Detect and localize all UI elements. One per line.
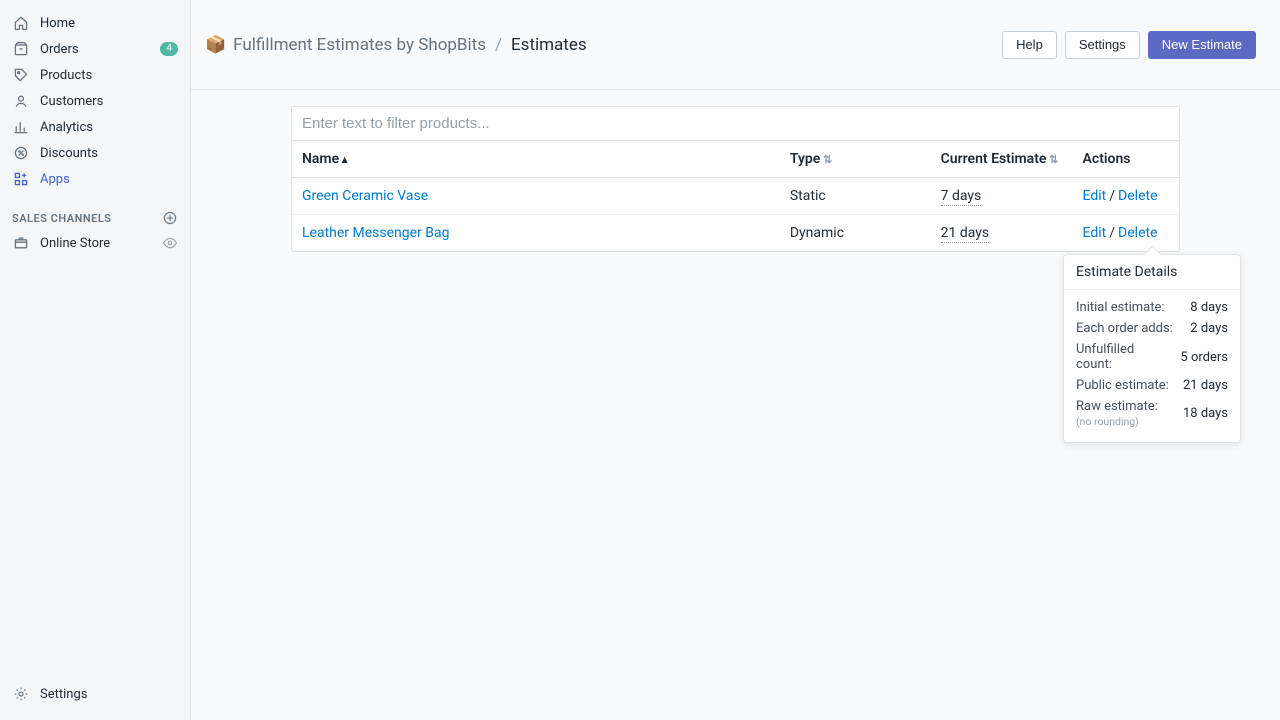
main: 📦 Fulfillment Estimates by ShopBits / Es… bbox=[191, 0, 1280, 720]
product-link[interactable]: Leather Messenger Bag bbox=[302, 225, 449, 241]
nav-customers[interactable]: Customers bbox=[0, 88, 190, 114]
popover-value: 2 days bbox=[1190, 321, 1228, 336]
nav-primary: Home Orders 4 Products Customers bbox=[0, 0, 190, 192]
type-cell: Static bbox=[780, 178, 931, 215]
popover-body: Initial estimate: 8 days Each order adds… bbox=[1064, 290, 1240, 442]
popover-row: Initial estimate: 8 days bbox=[1076, 297, 1228, 318]
apps-icon bbox=[12, 170, 30, 188]
popover-label-text: Raw estimate: bbox=[1076, 399, 1158, 414]
settings-button[interactable]: Settings bbox=[1065, 31, 1140, 59]
popover-row: Raw estimate: (no rounding) 18 days bbox=[1076, 396, 1228, 431]
breadcrumb-app[interactable]: Fulfillment Estimates by ShopBits bbox=[233, 35, 486, 55]
edit-action[interactable]: Edit bbox=[1083, 188, 1107, 204]
col-header-name[interactable]: Name bbox=[292, 141, 780, 178]
nav-orders[interactable]: Orders 4 bbox=[0, 36, 190, 62]
popover-label: Initial estimate: bbox=[1076, 300, 1165, 315]
col-header-actions: Actions bbox=[1073, 141, 1179, 178]
nav-settings[interactable]: Settings bbox=[0, 680, 190, 708]
popover-value: 5 orders bbox=[1180, 350, 1228, 365]
analytics-icon bbox=[12, 118, 30, 136]
filter-input[interactable] bbox=[292, 107, 1179, 141]
nav-label: Orders bbox=[40, 42, 79, 57]
breadcrumb: 📦 Fulfillment Estimates by ShopBits / Es… bbox=[205, 35, 587, 55]
view-store-icon[interactable] bbox=[162, 235, 178, 251]
table-header-row: Name Type Current Estimate Actions bbox=[292, 141, 1179, 178]
breadcrumb-separator: / bbox=[495, 35, 502, 55]
topbar: 📦 Fulfillment Estimates by ShopBits / Es… bbox=[191, 0, 1280, 90]
col-header-type[interactable]: Type bbox=[780, 141, 931, 178]
settings-icon bbox=[12, 685, 30, 703]
content: Name Type Current Estimate Actions Green… bbox=[191, 90, 1280, 252]
nav-online-store[interactable]: Online Store bbox=[0, 230, 190, 256]
discounts-icon bbox=[12, 144, 30, 162]
nav-apps[interactable]: Apps bbox=[0, 166, 190, 192]
popover-row: Unfulfilled count: 5 orders bbox=[1076, 339, 1228, 375]
estimates-card: Name Type Current Estimate Actions Green… bbox=[291, 106, 1180, 252]
products-icon bbox=[12, 66, 30, 84]
popover-row: Public estimate: 21 days bbox=[1076, 375, 1228, 396]
nav-label: Home bbox=[40, 16, 75, 31]
nav-label: Products bbox=[40, 68, 92, 83]
delete-action[interactable]: Delete bbox=[1118, 225, 1157, 241]
online-store-icon bbox=[12, 234, 30, 252]
nav-label: Discounts bbox=[40, 146, 98, 161]
popover-value: 18 days bbox=[1183, 406, 1228, 421]
popover-value: 21 days bbox=[1183, 378, 1228, 393]
popover-sublabel: (no rounding) bbox=[1076, 415, 1158, 428]
nav-footer: Settings bbox=[0, 680, 190, 708]
popover-label: Unfulfilled count: bbox=[1076, 342, 1170, 372]
estimate-value[interactable]: 21 days bbox=[941, 225, 989, 243]
add-channel-icon[interactable] bbox=[162, 210, 178, 226]
nav-label: Apps bbox=[40, 172, 70, 187]
nav-label: Customers bbox=[40, 94, 103, 109]
popover-label: Raw estimate: (no rounding) bbox=[1076, 399, 1158, 428]
new-estimate-button[interactable]: New Estimate bbox=[1148, 31, 1256, 59]
customers-icon bbox=[12, 92, 30, 110]
popover-row: Each order adds: 2 days bbox=[1076, 318, 1228, 339]
nav-label: Online Store bbox=[40, 236, 110, 251]
delete-action[interactable]: Delete bbox=[1118, 188, 1157, 204]
orders-badge: 4 bbox=[160, 42, 178, 56]
nav-discounts[interactable]: Discounts bbox=[0, 140, 190, 166]
orders-icon bbox=[12, 40, 30, 58]
popover-label: Each order adds: bbox=[1076, 321, 1173, 336]
app-logo-icon: 📦 bbox=[205, 35, 226, 55]
action-separator: / bbox=[1109, 225, 1115, 241]
estimate-value[interactable]: 7 days bbox=[941, 188, 982, 206]
edit-action[interactable]: Edit bbox=[1083, 225, 1107, 241]
col-header-estimate[interactable]: Current Estimate bbox=[931, 141, 1073, 178]
product-link[interactable]: Green Ceramic Vase bbox=[302, 188, 428, 204]
nav-home[interactable]: Home bbox=[0, 10, 190, 36]
breadcrumb-page: Estimates bbox=[511, 35, 587, 55]
estimates-table: Name Type Current Estimate Actions Green… bbox=[292, 141, 1179, 251]
nav-analytics[interactable]: Analytics bbox=[0, 114, 190, 140]
popover-label: Public estimate: bbox=[1076, 378, 1169, 393]
sidebar: Home Orders 4 Products Customers bbox=[0, 0, 191, 720]
type-cell: Dynamic bbox=[780, 215, 931, 252]
popover-title: Estimate Details bbox=[1064, 255, 1240, 290]
heading-label: SALES CHANNELS bbox=[12, 212, 112, 225]
sales-channels-heading: SALES CHANNELS bbox=[0, 192, 190, 230]
nav-label: Analytics bbox=[40, 120, 93, 135]
table-row: Green Ceramic Vase Static 7 days Edit/De… bbox=[292, 178, 1179, 215]
help-button[interactable]: Help bbox=[1002, 31, 1057, 59]
nav-label: Settings bbox=[40, 687, 87, 702]
action-separator: / bbox=[1109, 188, 1115, 204]
nav-products[interactable]: Products bbox=[0, 62, 190, 88]
table-row: Leather Messenger Bag Dynamic 21 days Ed… bbox=[292, 215, 1179, 252]
home-icon bbox=[12, 14, 30, 32]
estimate-details-popover: Estimate Details Initial estimate: 8 day… bbox=[1063, 254, 1241, 443]
popover-value: 8 days bbox=[1190, 300, 1228, 315]
